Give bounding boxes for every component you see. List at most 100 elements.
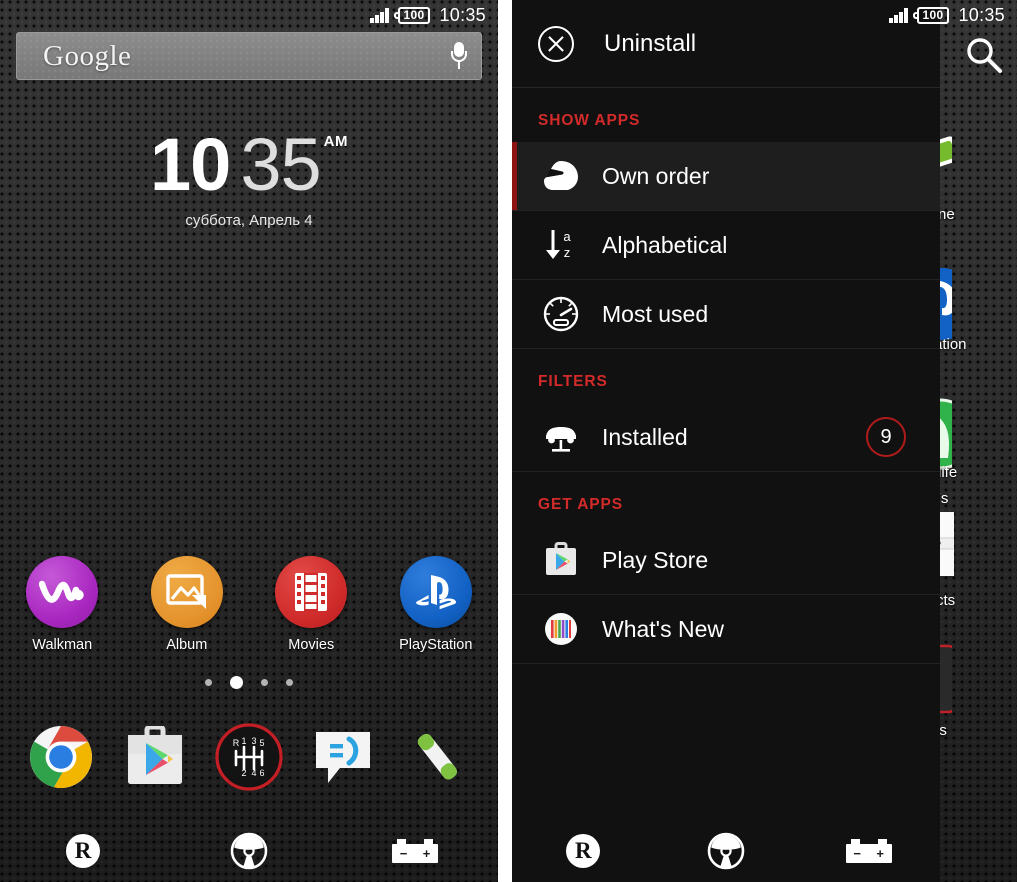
menu-item-alphabetical[interactable]: a z Alphabetical (512, 211, 940, 280)
signal-bars-icon (370, 7, 389, 23)
album-icon (150, 556, 223, 628)
dock: R1 35 246 (0, 722, 498, 792)
home-app-label: Walkman (32, 637, 93, 653)
dock-item-app-drawer[interactable]: R1 35 246 (214, 722, 284, 792)
car-battery-icon: − + (392, 839, 438, 863)
menu-item-installed[interactable]: Installed 9 (512, 403, 940, 472)
status-bar-right: 100 10:35 (512, 0, 1017, 30)
svg-text:R: R (233, 738, 240, 748)
installed-count-badge: 9 (866, 417, 906, 457)
battery-icon: 100 (912, 6, 950, 24)
battery-level-label: 100 (397, 6, 431, 24)
home-app-album[interactable]: Album (125, 556, 250, 653)
app-list-strip: ne ation life 's cts ls (898, 0, 1017, 882)
walkman-icon (26, 556, 99, 628)
clock-hours: 10 (150, 123, 231, 206)
page-dot-active[interactable] (230, 676, 243, 689)
battery-level-label: 100 (916, 6, 950, 24)
svg-text:2: 2 (241, 768, 246, 778)
clock-widget[interactable]: 10 35 AM суббота, Апрель 4 (0, 128, 498, 230)
status-bar-left: 100 10:35 (0, 0, 498, 30)
home-app-row: Walkman Album Movies PlayStation (0, 556, 498, 653)
page-indicator (0, 676, 498, 689)
svg-text:6: 6 (259, 768, 264, 778)
svg-text:a: a (563, 229, 571, 244)
svg-text:3: 3 (251, 736, 256, 746)
whats-new-icon (538, 610, 584, 648)
home-app-label: Album (166, 637, 208, 653)
google-search-placeholder: Google (43, 39, 132, 72)
menu-item-most-used[interactable]: Most used (512, 280, 940, 349)
menu-item-label: Most used (602, 300, 709, 327)
menu-item-label: Play Store (602, 546, 709, 573)
dock-item-play-store[interactable] (120, 722, 190, 792)
screenshot-stage: 100 10:35 Google 10 35 AM суббота, Апрел… (0, 0, 1017, 882)
battery-minus-label: − (399, 846, 408, 861)
battery-icon: 100 (393, 6, 431, 24)
battery-plus-label: + (422, 846, 431, 861)
app-drawer-menu: Uninstall SHOW APPS Own order a z Alphab… (512, 0, 940, 882)
play-store-icon (538, 541, 584, 579)
home-app-walkman[interactable]: Walkman (0, 556, 125, 653)
right-phone-screen: ne ation life 's cts ls 100 10:35 Uninst… (512, 0, 1017, 882)
nav-back-button[interactable]: R (0, 834, 166, 868)
nav-home-button[interactable] (655, 832, 798, 870)
status-bar-clock: 10:35 (439, 4, 486, 25)
clock-date: суббота, Апрель 4 (185, 212, 313, 229)
nav-home-button[interactable] (166, 832, 332, 870)
battery-minus-label: − (853, 846, 861, 861)
home-app-label: PlayStation (399, 637, 473, 653)
menu-item-label: What's New (602, 615, 724, 642)
menu-item-play-store[interactable]: Play Store (512, 526, 940, 595)
clock-time-row: 10 35 AM (0, 128, 498, 202)
page-dot[interactable] (261, 679, 268, 686)
svg-text:z: z (564, 245, 571, 260)
speedometer-icon (538, 295, 584, 333)
sort-a-z-icon: a z (538, 226, 584, 264)
car-battery-icon: − + (845, 839, 892, 863)
dock-item-chrome[interactable] (26, 722, 96, 792)
nav-recents-button[interactable]: − + (797, 839, 940, 863)
page-dot[interactable] (205, 679, 212, 686)
movies-icon (275, 556, 348, 628)
racing-helmet-icon (538, 159, 584, 193)
battery-plus-label: + (876, 846, 884, 861)
app-sliver-label: life (938, 464, 958, 481)
nav-back-button[interactable]: R (512, 834, 655, 868)
app-sliver-label: ne (938, 206, 955, 223)
clock-meridiem: AM (323, 133, 348, 150)
section-title-get-apps: GET APPS (538, 496, 624, 513)
menu-item-label: Installed (602, 423, 688, 450)
clock-minutes: 35 (240, 123, 321, 206)
google-search-widget[interactable]: Google (16, 32, 482, 80)
svg-text:5: 5 (259, 738, 264, 748)
home-app-label: Movies (288, 637, 335, 653)
menu-item-whats-new[interactable]: What's New (512, 595, 940, 664)
svg-text:4: 4 (251, 768, 256, 778)
left-phone-screen: 100 10:35 Google 10 35 AM суббота, Апрел… (0, 0, 498, 882)
page-dot[interactable] (286, 679, 293, 686)
microphone-icon[interactable] (451, 41, 467, 71)
steering-wheel-icon (230, 832, 268, 870)
dock-item-messaging[interactable] (308, 722, 378, 792)
steering-wheel-icon (707, 832, 745, 870)
section-title-show-apps: SHOW APPS (538, 112, 641, 129)
home-app-playstation[interactable]: PlayStation (374, 556, 499, 653)
search-icon (967, 38, 1002, 73)
svg-text:1: 1 (241, 736, 246, 746)
menu-item-own-order[interactable]: Own order (512, 142, 940, 211)
reverse-r-icon: R (66, 834, 100, 868)
circle-x-icon (538, 25, 574, 62)
nav-bar-left: R − + (0, 820, 498, 882)
playstation-icon (399, 556, 472, 628)
home-app-movies[interactable]: Movies (249, 556, 374, 653)
nav-recents-button[interactable]: − + (332, 839, 498, 863)
menu-item-label: Own order (602, 162, 710, 189)
car-on-lift-icon (538, 420, 584, 454)
dock-item-phone[interactable] (402, 722, 472, 792)
section-title-filters: FILTERS (538, 373, 608, 390)
status-bar-clock: 10:35 (958, 4, 1005, 25)
menu-item-label: Alphabetical (602, 231, 728, 258)
reverse-r-icon: R (566, 834, 601, 868)
signal-bars-icon (889, 7, 908, 23)
